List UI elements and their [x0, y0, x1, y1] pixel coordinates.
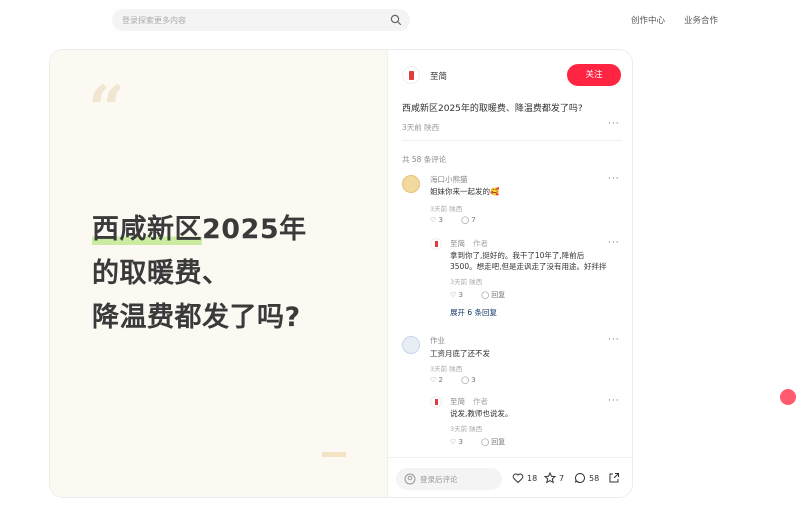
collect-count-button[interactable]: 7 — [544, 472, 564, 484]
expand-replies-link[interactable]: 展开 6 条回复 — [450, 307, 497, 318]
more-options-icon[interactable]: ··· — [608, 238, 620, 248]
comment-actions: ♡ 3 ◯ 回复 — [450, 437, 521, 447]
comment-meta: 3天前 陕西 — [430, 205, 463, 213]
note-detail-panel: 至简 关注 西咸新区2025年的取暖费、降温费都发了吗? 3天前 陕西 ··· … — [387, 50, 632, 497]
post-meta: 3天前 陕西 — [402, 123, 440, 132]
comment-username[interactable]: 至简 作者 — [450, 238, 488, 249]
more-options-icon[interactable]: ··· — [608, 396, 620, 406]
collect-count: 7 — [559, 473, 565, 483]
comment-meta: 3天前 陕西 — [450, 425, 483, 433]
comment-meta: 3天前 陕西 — [430, 365, 463, 373]
author-name[interactable]: 至简 — [430, 70, 447, 82]
comment-count-button[interactable]: 58 — [574, 472, 599, 484]
author-tag: 作者 — [473, 397, 488, 406]
post-title: 西咸新区2025年的取暖费、降温费都发了吗? — [402, 104, 583, 114]
like-button[interactable]: ♡ 2 — [430, 376, 451, 384]
search-bar[interactable] — [112, 9, 410, 31]
cover-title-line2: 的取暖费、 — [92, 258, 230, 289]
creator-center-link[interactable]: 创作中心 — [631, 14, 665, 26]
like-button[interactable]: ♡ 3 — [450, 438, 471, 446]
follow-button[interactable]: 关注 — [567, 64, 621, 86]
comment-text: 姐妹你来一起发的🥰 — [430, 187, 500, 196]
reply-button[interactable]: ◯ 回复 — [481, 291, 513, 299]
comment-text: 说发,教师也说发。 — [450, 409, 513, 418]
interaction-bar: 18 7 58 — [388, 457, 632, 497]
heart-icon — [512, 473, 524, 484]
share-icon[interactable] — [608, 472, 620, 484]
search-icon[interactable] — [390, 14, 402, 26]
comment-bubble-icon — [575, 472, 585, 483]
quote-mark-icon: “ — [88, 72, 125, 147]
star-icon — [544, 472, 556, 484]
comment-actions: ♡ 2 ◯ 3 — [430, 376, 492, 384]
avatar[interactable] — [430, 396, 442, 408]
business-cooperation-link[interactable]: 业务合作 — [684, 14, 718, 26]
more-options-icon[interactable]: ··· — [608, 119, 620, 129]
cover-decoration-bar — [322, 452, 346, 457]
reply-button[interactable]: ◯ 3 — [461, 376, 484, 384]
author-avatar[interactable] — [402, 66, 420, 84]
avatar[interactable] — [402, 336, 420, 354]
note-card: “ 西咸新区2025年 的取暖费、 降温费都发了吗? 至简 关注 西咸新区202… — [49, 49, 633, 498]
comment-input[interactable] — [420, 472, 498, 486]
more-options-icon[interactable]: ··· — [608, 335, 620, 345]
like-count-button[interactable]: 18 — [512, 472, 537, 484]
like-button[interactable]: ♡ 3 — [450, 291, 471, 299]
comment-actions: ♡ 3 ◯ 7 — [430, 216, 492, 224]
cover-title-line3: 降温费都发了吗? — [92, 302, 301, 333]
like-count: 18 — [527, 473, 538, 483]
author-tag: 作者 — [473, 239, 488, 248]
comment-username[interactable]: 作业 — [430, 335, 445, 346]
comment-input-box[interactable] — [396, 468, 502, 490]
comment-username[interactable]: 至简 作者 — [450, 396, 488, 407]
cover-title-line1: 2025年 — [202, 214, 307, 245]
comment-actions: ♡ 3 ◯ 回复 — [450, 290, 521, 300]
floating-action-icon[interactable] — [780, 389, 796, 405]
search-input[interactable] — [122, 12, 382, 28]
divider — [402, 140, 622, 141]
more-options-icon[interactable]: ··· — [608, 174, 620, 184]
user-icon — [404, 473, 416, 485]
comment-text: 工资月底了还不发 — [430, 349, 490, 358]
avatar[interactable] — [402, 175, 420, 193]
reply-button[interactable]: ◯ 7 — [461, 216, 484, 224]
note-cover-image[interactable]: “ 西咸新区2025年 的取暖费、 降温费都发了吗? — [50, 50, 387, 497]
comment-text: 拿到你了,挺好的。我干了10年了,降前后3500。想走吧,但是走讽走了没有用途。… — [450, 251, 607, 271]
reply-button[interactable]: ◯ 回复 — [481, 438, 513, 446]
cover-title-highlight: 西咸新区 — [92, 214, 202, 245]
like-button[interactable]: ♡ 3 — [430, 216, 451, 224]
cover-title: 西咸新区2025年 的取暖费、 降温费都发了吗? — [92, 208, 372, 340]
comment-count-bottom: 58 — [589, 473, 600, 483]
comment-meta: 3天前 陕西 — [450, 278, 483, 286]
comment-count: 共 58 条评论 — [402, 155, 447, 164]
comment-username[interactable]: 海口小熊猫 — [430, 174, 468, 185]
avatar[interactable] — [430, 238, 442, 250]
